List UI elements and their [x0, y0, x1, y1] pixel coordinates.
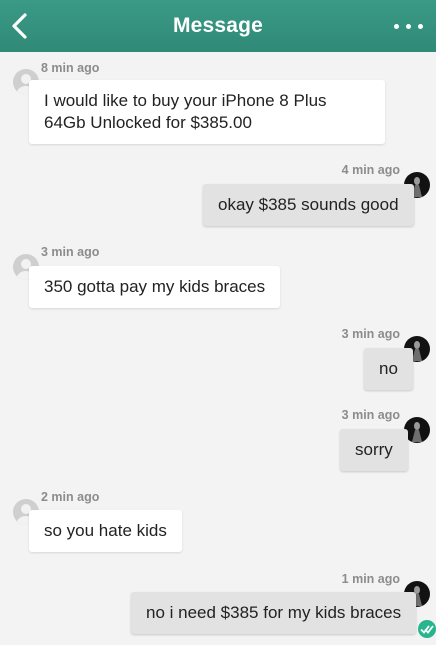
read-receipt: [418, 620, 436, 638]
message-bubble[interactable]: no i need $385 for my kids braces: [131, 592, 417, 634]
message-timestamp: 3 min ago: [341, 408, 400, 422]
message-timestamp: 8 min ago: [41, 61, 100, 75]
more-options-button[interactable]: [392, 16, 426, 36]
avatar[interactable]: [404, 417, 430, 443]
double-check-icon: [420, 625, 434, 634]
message-timestamp: 3 min ago: [41, 245, 100, 259]
more-horizontal-icon: [394, 24, 399, 29]
message-timestamp: 4 min ago: [341, 163, 400, 177]
app-header: Message: [0, 0, 436, 52]
message-timestamp: 2 min ago: [41, 490, 100, 504]
message-bubble[interactable]: no: [364, 348, 413, 390]
page-title: Message: [172, 14, 264, 37]
message-timestamp: 1 min ago: [341, 572, 400, 586]
message-bubble[interactable]: so you hate kids: [29, 510, 182, 552]
message-bubble[interactable]: okay $385 sounds good: [203, 184, 414, 226]
message-bubble[interactable]: sorry: [340, 429, 408, 471]
message-bubble[interactable]: I would like to buy your iPhone 8 Plus 6…: [29, 80, 385, 144]
message-bubble[interactable]: 350 gotta pay my kids braces: [29, 266, 281, 308]
message-timestamp: 3 min ago: [341, 327, 400, 341]
user-photo-icon: [412, 422, 422, 442]
